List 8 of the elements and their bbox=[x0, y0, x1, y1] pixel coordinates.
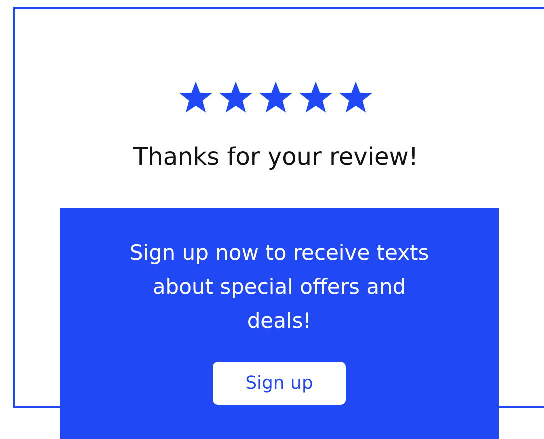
star-icon bbox=[259, 81, 293, 114]
sign-up-button[interactable]: Sign up bbox=[213, 362, 346, 405]
star-icon bbox=[299, 81, 333, 114]
star-icon bbox=[339, 81, 373, 114]
star-icon bbox=[219, 81, 253, 114]
star-icon bbox=[179, 81, 213, 114]
promo-message: Sign up now to receive texts about special offers and deals! bbox=[130, 240, 430, 335]
review-title: Thanks for your review! bbox=[133, 142, 419, 173]
